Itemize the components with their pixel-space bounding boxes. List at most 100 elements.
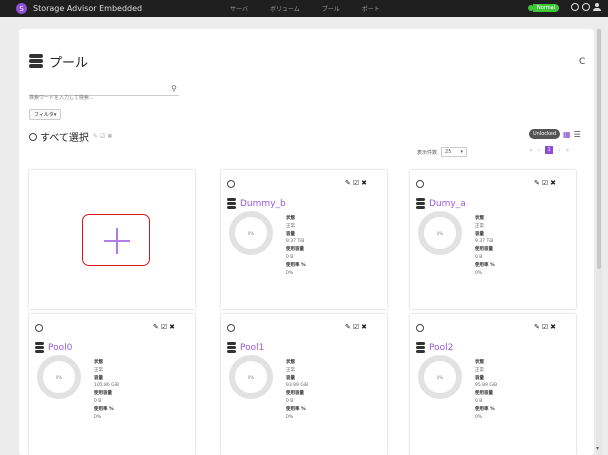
pool-details: 状態 正常 容量 105.86 GiB 使用容量 0 B 使用率 % 0% <box>94 359 119 421</box>
usage-label: 使用率 % <box>475 406 495 412</box>
usage-donut: 0% <box>418 355 462 399</box>
page-header: プール <box>29 52 88 71</box>
pool-card: ✎☑✖ Pool2 0% 状態 正常 容量 95.89 GiB 使用容量 0 B… <box>410 314 576 455</box>
add-pool-button[interactable] <box>82 214 150 266</box>
capacity-label: 容量 <box>94 375 103 381</box>
pool-actions[interactable]: ✎☑✖ <box>345 323 369 331</box>
refresh-icon[interactable]: C <box>579 57 585 67</box>
pool-name-link[interactable]: Dumy_a <box>429 199 466 209</box>
pool-actions[interactable]: ✎☑✖ <box>345 179 369 187</box>
pool-select-radio[interactable] <box>416 324 424 332</box>
search-icon[interactable]: ⚲ <box>171 84 177 93</box>
capacity-value: 95.89 GiB <box>475 383 498 389</box>
used-label: 使用容量 <box>475 391 493 397</box>
pool-select-radio[interactable] <box>416 180 424 188</box>
scrollbar-thumb[interactable] <box>597 29 601 269</box>
help-icon[interactable] <box>582 3 590 11</box>
next-page-icon[interactable]: › <box>558 147 560 154</box>
usage-donut: 0% <box>229 211 273 255</box>
capacity-value: 9.37 TiB <box>286 239 305 245</box>
settings-icon[interactable] <box>571 3 579 11</box>
donut-percent: 0% <box>247 374 255 380</box>
system-status[interactable]: Normal <box>528 4 560 12</box>
pool-select-radio[interactable] <box>227 180 235 188</box>
pool-name-link[interactable]: Pool2 <box>429 343 453 353</box>
select-all-row: すべて選択 ✎☑✖ <box>29 129 114 144</box>
usage-value: 0% <box>94 414 102 420</box>
pool-card: ✎☑✖ Pool0 0% 状態 正常 容量 105.86 GiB 使用容量 0 … <box>29 314 195 455</box>
user-icon[interactable] <box>593 3 601 11</box>
usage-value: 0% <box>286 270 294 276</box>
pool-name-link[interactable]: Dummy_b <box>240 199 286 209</box>
page-title: プール <box>49 56 89 71</box>
pool-card: ✎☑✖ Dummy_b 0% 状態 正常 容量 9.37 TiB 使用容量 0 … <box>221 170 387 309</box>
usage-value: 0% <box>475 414 483 420</box>
pool-actions[interactable]: ✎☑✖ <box>153 323 177 331</box>
page-current[interactable]: 1 <box>545 146 554 154</box>
pool-card: ✎☑✖ Pool1 0% 状態 正常 容量 93.89 GiB 使用容量 0 B… <box>221 314 387 455</box>
top-bar: S Storage Advisor Embedded サーバ ボリューム プール… <box>0 0 608 17</box>
pool-name-link[interactable]: Pool1 <box>240 343 264 353</box>
capacity-label: 容量 <box>475 375 484 381</box>
usage-value: 0% <box>475 270 483 276</box>
last-page-icon[interactable]: » <box>565 147 569 154</box>
unlocked-badge[interactable]: Unlocked <box>529 129 560 139</box>
page-scrollbar[interactable]: ▾ <box>596 29 602 455</box>
capacity-label: 容量 <box>286 231 295 237</box>
nav-volume[interactable]: ボリューム <box>270 4 300 13</box>
pagination: « ‹ 1 › » <box>529 146 569 154</box>
capacity-value: 9.37 TiB <box>475 239 494 245</box>
used-value: 0 B <box>286 254 294 260</box>
pool-details: 状態 正常 容量 9.37 TiB 使用容量 0 B 使用率 % 0% <box>475 215 495 277</box>
pool-details: 状態 正常 容量 93.89 GiB 使用容量 0 B 使用率 % 0% <box>286 359 308 421</box>
usage-label: 使用率 % <box>286 262 306 268</box>
pool-name-row: Pool2 <box>416 342 453 354</box>
nav-server[interactable]: サーバ <box>230 4 248 13</box>
per-page-select[interactable]: 25 ▾ <box>441 147 468 157</box>
search-input[interactable] <box>29 92 159 104</box>
nav-port[interactable]: ポート <box>362 4 380 13</box>
database-icon <box>35 342 44 354</box>
database-icon <box>227 342 236 354</box>
donut-percent: 0% <box>436 374 444 380</box>
view-controls: Unlocked ▦ ☰ <box>529 129 581 139</box>
grid-view-icon[interactable]: ▦ <box>563 130 571 139</box>
pool-actions[interactable]: ✎☑✖ <box>534 323 558 331</box>
usage-label: 使用率 % <box>475 262 495 268</box>
status-value: 正常 <box>286 223 295 229</box>
pool-name-row: Dummy_b <box>227 198 286 210</box>
scroll-down-icon[interactable]: ▾ <box>596 445 599 452</box>
status-value: 正常 <box>94 367 103 373</box>
prev-page-icon[interactable]: ‹ <box>538 147 540 154</box>
used-label: 使用容量 <box>94 391 112 397</box>
top-icons <box>571 3 601 11</box>
status-value: 正常 <box>475 367 484 373</box>
status-label: 状態 <box>286 360 295 365</box>
pool-actions[interactable]: ✎☑✖ <box>534 179 558 187</box>
used-label: 使用容量 <box>475 247 493 253</box>
usage-donut: 0% <box>418 211 462 255</box>
filter-button[interactable]: フィルタ▾ <box>29 109 62 120</box>
pool-select-radio[interactable] <box>227 324 235 332</box>
per-page-label: 表示件数 <box>417 149 438 156</box>
database-icon <box>227 198 236 210</box>
pool-name-link[interactable]: Pool0 <box>48 343 72 353</box>
list-view-icon[interactable]: ☰ <box>574 130 581 139</box>
status-label: 状態 <box>475 360 484 365</box>
add-pool-card <box>29 170 195 309</box>
capacity-value: 105.86 GiB <box>94 383 120 389</box>
status-label: 状態 <box>475 216 484 221</box>
first-page-icon[interactable]: « <box>529 147 533 154</box>
usage-label: 使用率 % <box>286 406 306 412</box>
usage-label: 使用率 % <box>94 406 114 412</box>
select-all-label[interactable]: すべて選択 <box>40 129 89 144</box>
nav-pool[interactable]: プール <box>322 4 340 13</box>
pool-select-radio[interactable] <box>35 324 43 332</box>
pool-details: 状態 正常 容量 95.89 GiB 使用容量 0 B 使用率 % 0% <box>475 359 497 421</box>
status-value: 正常 <box>475 223 484 229</box>
select-all-radio[interactable] <box>29 132 37 141</box>
donut-percent: 0% <box>247 230 255 236</box>
bulk-actions-icons[interactable]: ✎☑✖ <box>93 133 114 140</box>
per-page-control: 表示件数 25 ▾ <box>417 147 468 157</box>
used-value: 0 B <box>475 398 483 404</box>
